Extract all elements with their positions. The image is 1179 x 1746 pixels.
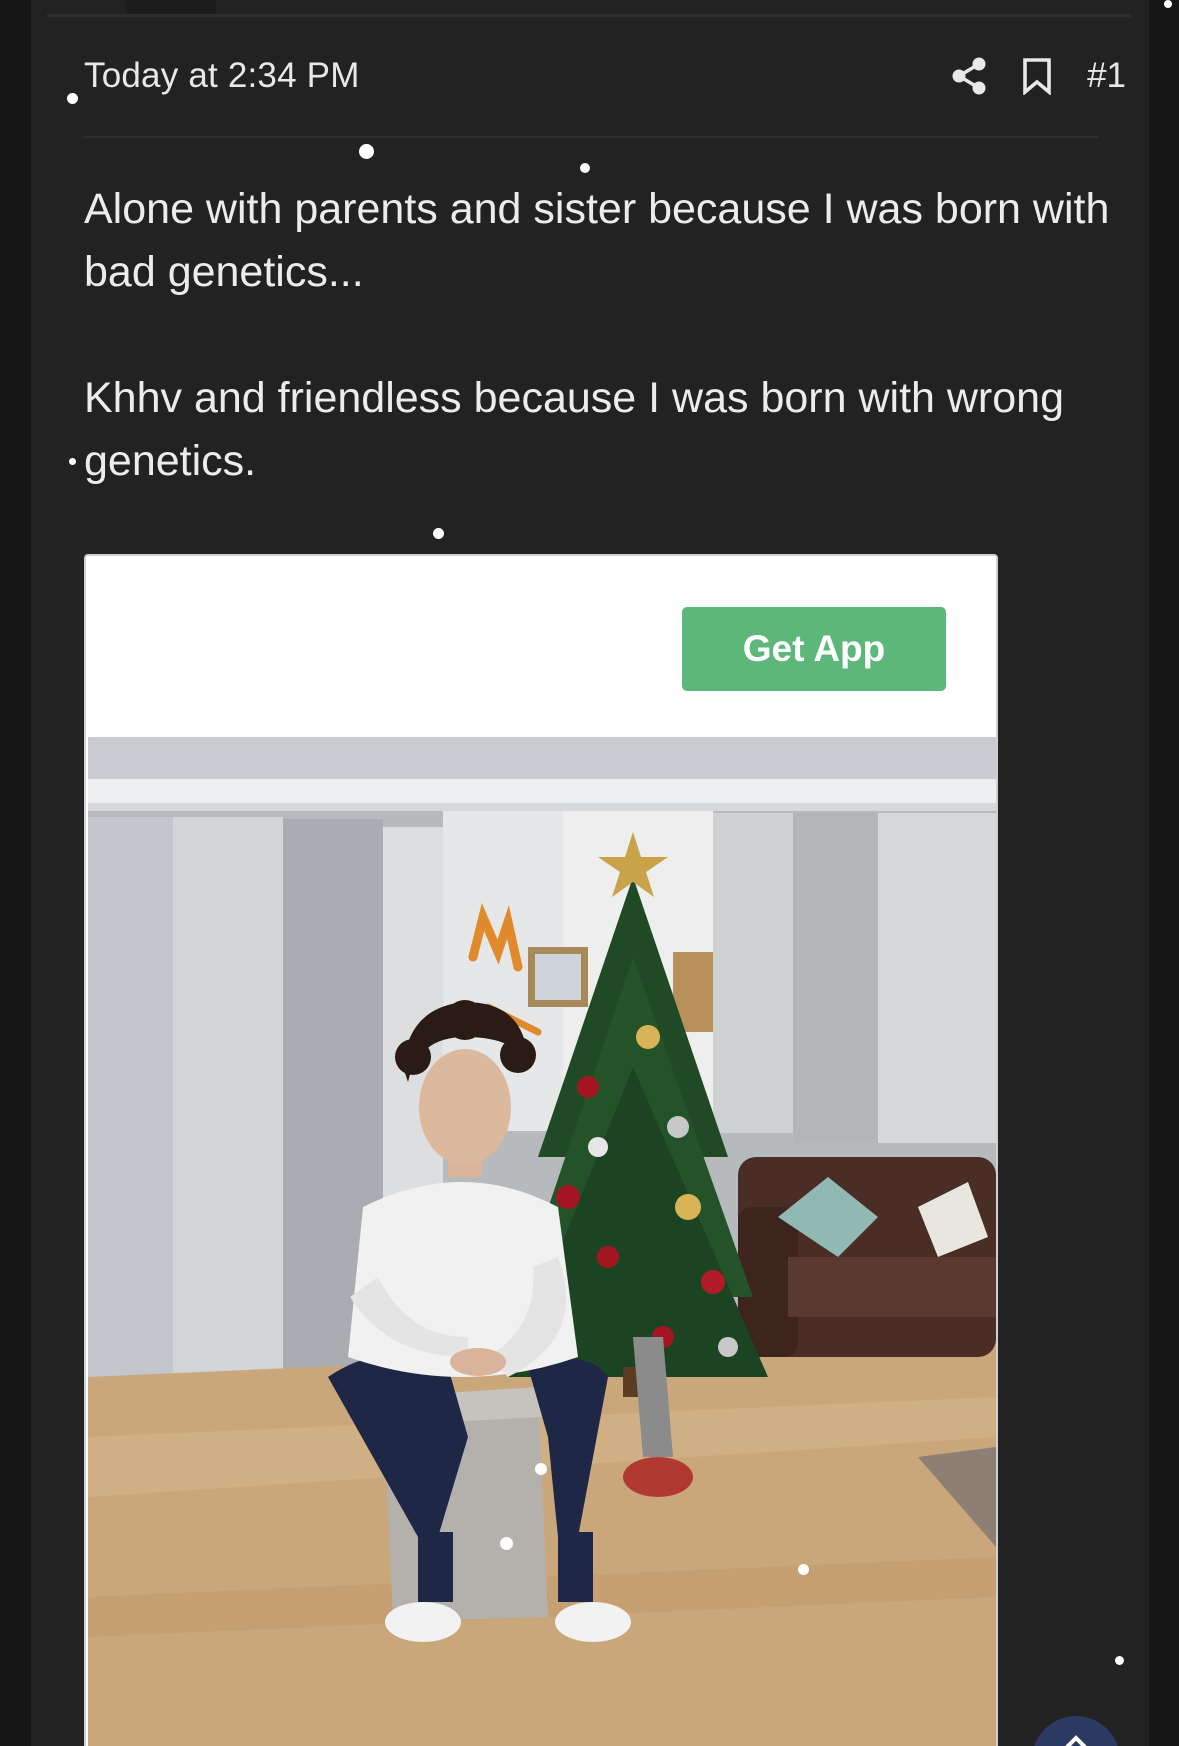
snow-particle <box>433 528 444 539</box>
snow-particle <box>535 1463 547 1475</box>
snow-particle <box>1164 0 1172 8</box>
post-meta-row: Today at 2:34 PM #1 <box>84 50 1126 102</box>
get-app-button[interactable]: Get App <box>682 607 946 691</box>
bookmark-icon <box>1023 58 1051 95</box>
snow-particle <box>67 93 78 104</box>
post-paragraph: Alone with parents and sister because I … <box>84 185 1110 296</box>
snow-particle <box>500 1537 513 1550</box>
page: Today at 2:34 PM #1 Alone with parents a… <box>0 0 1179 1746</box>
post-actions: #1 <box>951 56 1126 96</box>
snow-particle <box>580 163 590 173</box>
top-divider <box>47 14 1131 17</box>
christmas-living-room-photo <box>88 737 996 1746</box>
meta-divider <box>84 136 1098 138</box>
post-body: Alone with parents and sister because I … <box>84 178 1114 493</box>
bookmark-button[interactable] <box>1021 57 1053 95</box>
ad-card: Get App <box>84 554 998 1746</box>
post-paragraph: Khhv and friendless because I was born w… <box>84 374 1064 485</box>
snow-particle <box>1115 1656 1124 1665</box>
snow-particle <box>69 458 76 465</box>
share-button[interactable] <box>951 57 987 95</box>
forum-post: Today at 2:34 PM #1 Alone with parents a… <box>31 0 1149 1746</box>
share-icon <box>952 57 986 95</box>
post-timestamp[interactable]: Today at 2:34 PM <box>84 56 360 96</box>
snow-particle <box>359 144 374 159</box>
post-number-link[interactable]: #1 <box>1087 56 1126 96</box>
attached-photo[interactable] <box>88 737 996 1746</box>
chevron-up-icon <box>1065 1735 1087 1746</box>
snow-particle <box>798 1564 809 1575</box>
tab-notch <box>126 0 216 14</box>
